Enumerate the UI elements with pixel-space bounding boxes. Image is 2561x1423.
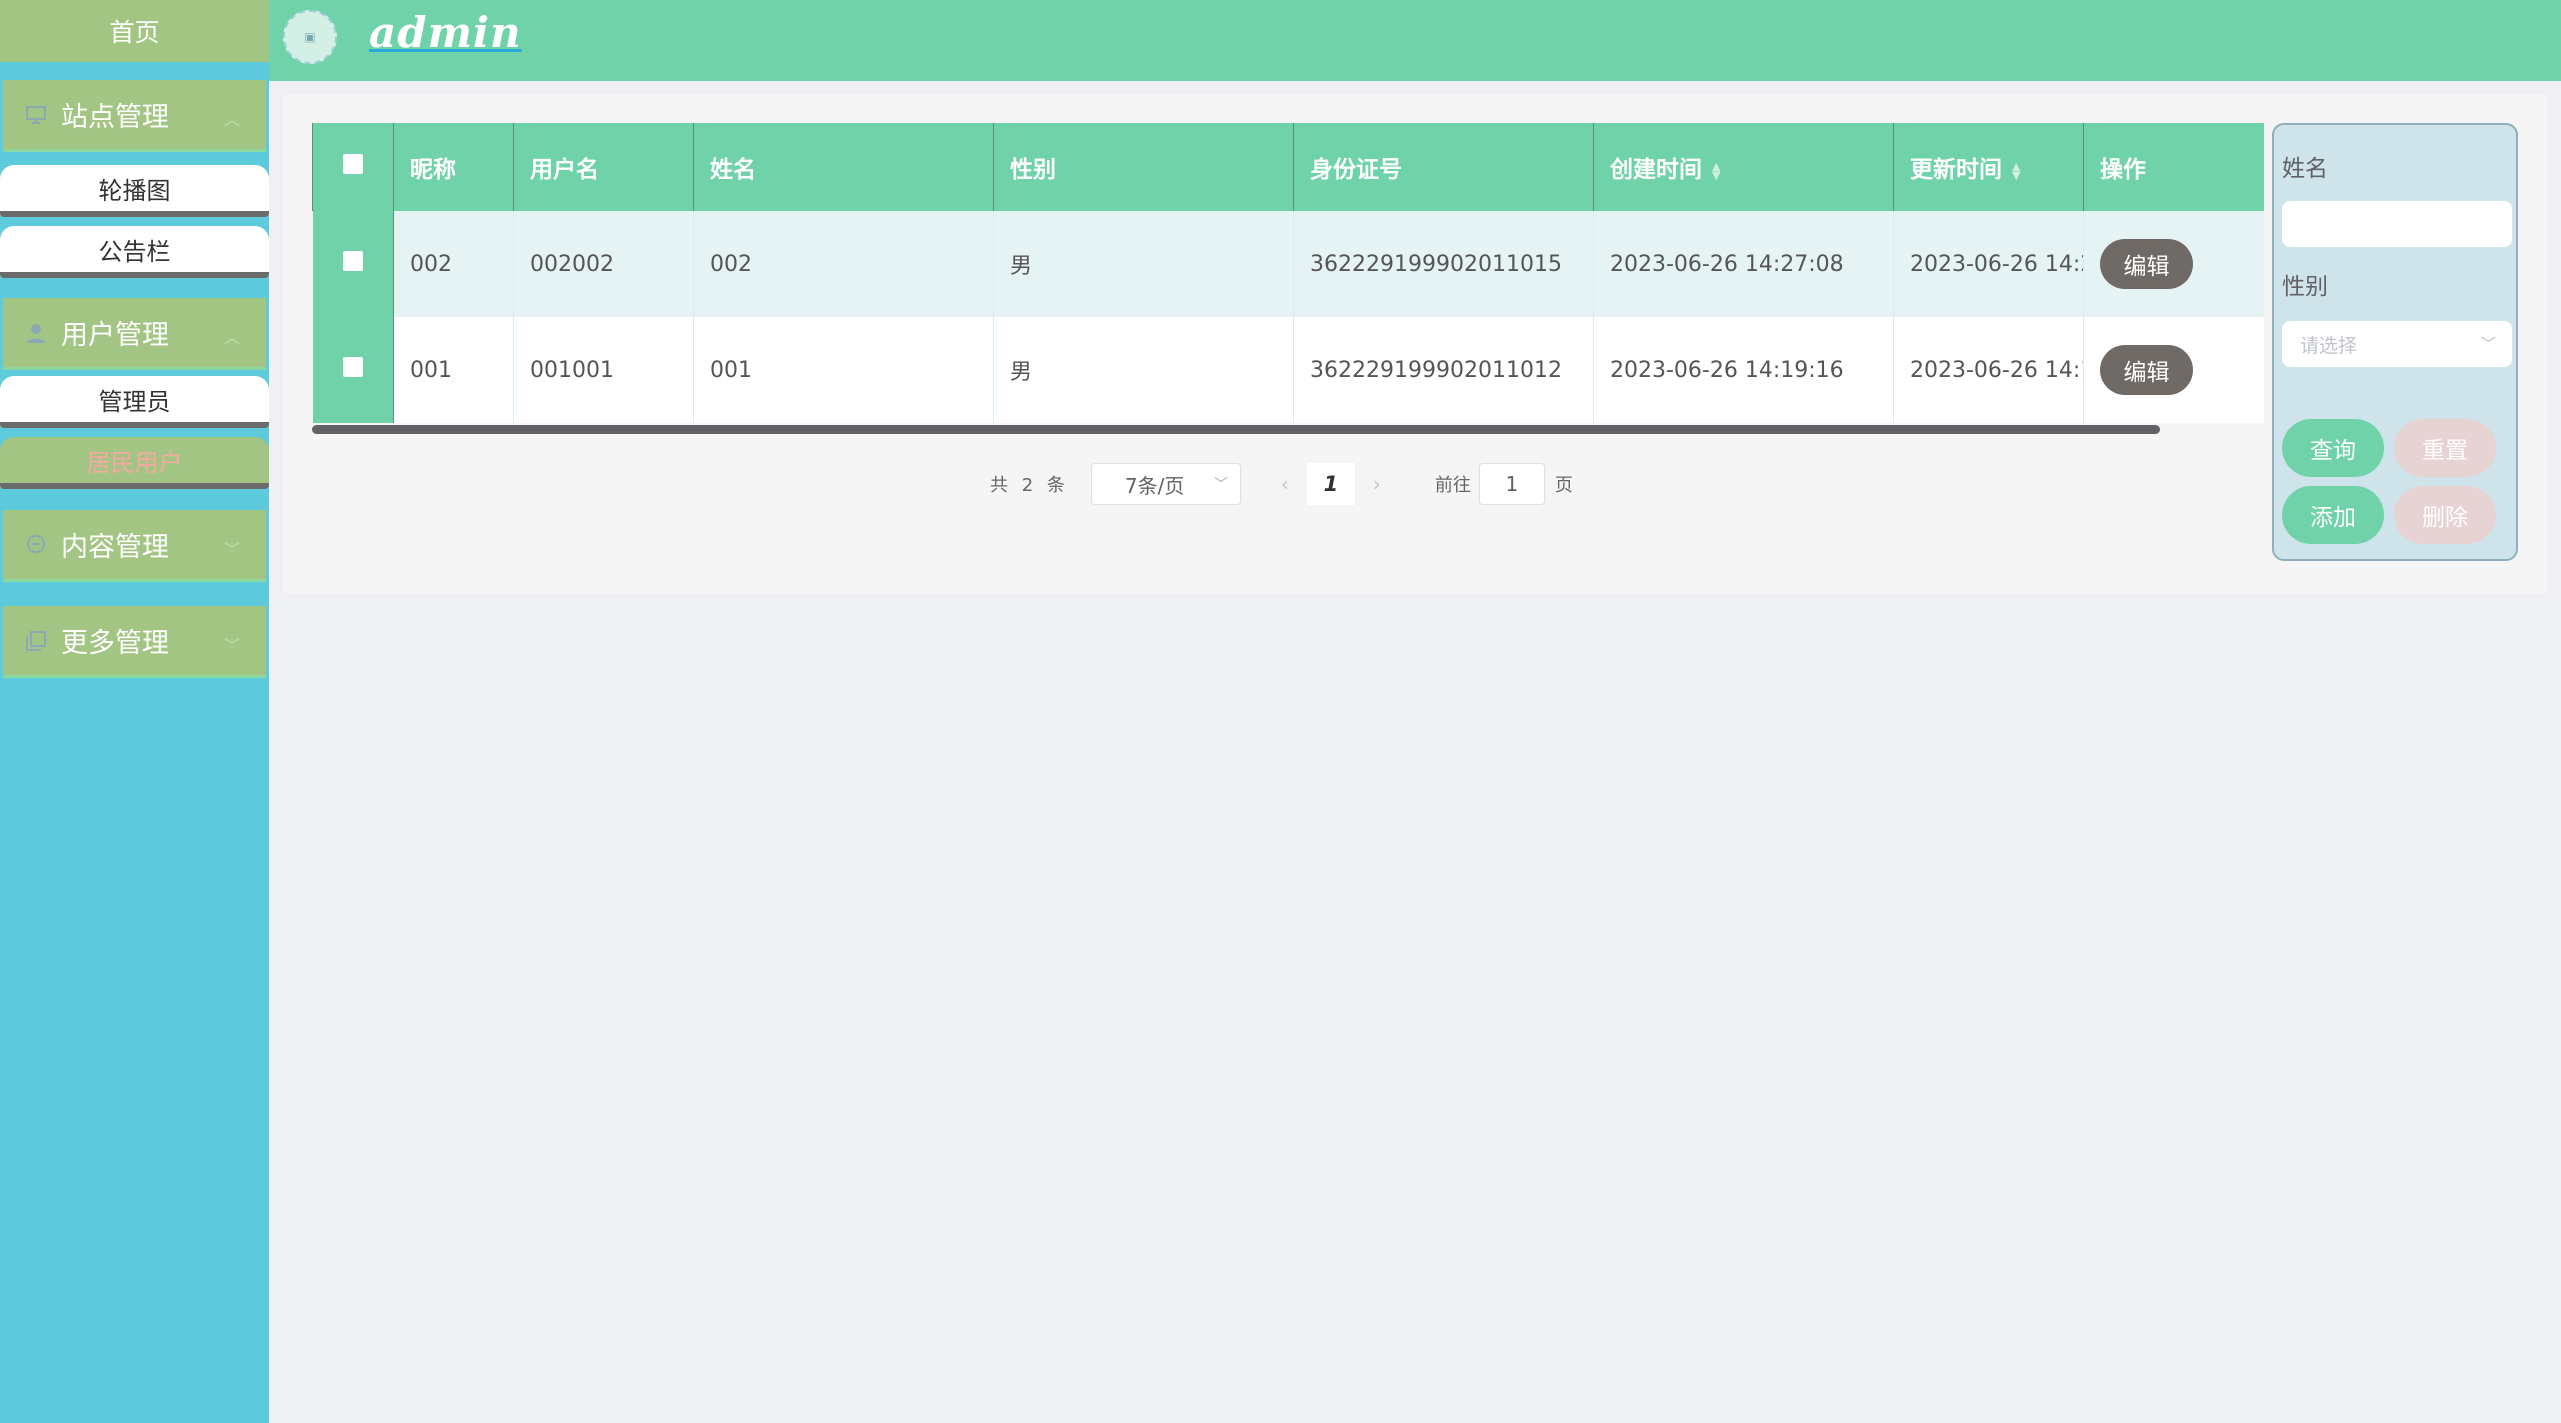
- sidebar-item-label: 轮播图: [98, 176, 171, 205]
- cell-updated: 2023-06-26 14:1: [1893, 317, 2084, 423]
- sidebar-item-label: 公告栏: [98, 237, 171, 266]
- sidebar-item-notice[interactable]: 公告栏: [0, 226, 269, 278]
- gender-select-placeholder: 请选择: [2300, 334, 2358, 357]
- cell-id-number: 362229199902011015: [1293, 211, 1594, 317]
- checkbox-icon: [343, 154, 363, 174]
- chevron-down-icon: ﹀: [2480, 335, 2496, 353]
- data-table: 昵称 用户名 姓名 性别 身份证号 创建时间 ▲ ▼ 更新时间 ▲ ▼ 操作 002 0…: [312, 123, 2264, 433]
- column-header-label: 创建时间: [1610, 157, 1702, 183]
- cell-name: 001: [693, 317, 994, 423]
- column-header: 用户名: [513, 123, 694, 211]
- chat-icon: [25, 534, 47, 556]
- cell-nickname: 001: [393, 317, 514, 423]
- page-size-value: 7条/页: [1124, 473, 1185, 498]
- sidebar-group-label: 站点管理: [61, 102, 169, 133]
- table-row[interactable]: 001 001001 001 男 362229199902011012 2023…: [312, 317, 2264, 423]
- top-header: ▣ admin: [269, 0, 2561, 81]
- cell-actions: 编辑: [2083, 317, 2264, 423]
- cell-actions: 编辑: [2083, 211, 2264, 317]
- column-header: 姓名: [693, 123, 994, 211]
- total-count: 共 2 条: [990, 475, 1069, 496]
- name-label: 姓名: [2282, 156, 2328, 182]
- chevron-down-icon: ﹀: [1213, 477, 1228, 493]
- sidebar-item-label: 居民用户: [86, 448, 183, 477]
- pagination: 共 2 条 7条/页 ﹀ ‹ 1 › 前往 1 页: [990, 462, 1573, 506]
- cell-gender: 男: [993, 317, 1294, 423]
- cell-created: 2023-06-26 14:19:16: [1593, 317, 1894, 423]
- checkbox-icon: [342, 251, 363, 271]
- avatar[interactable]: ▣: [283, 10, 337, 64]
- goto-page-input[interactable]: 1: [1478, 463, 1545, 505]
- chevron-down-icon: ﹀: [223, 540, 240, 559]
- sort-icon[interactable]: ▲ ▼: [2012, 161, 2020, 181]
- sidebar-item-residents[interactable]: 居民用户: [0, 437, 269, 489]
- chevron-up-icon: ︿: [223, 110, 240, 129]
- cell-id-number: 362229199902011012: [1293, 317, 1594, 423]
- page-size-select[interactable]: 7条/页 ﹀: [1090, 463, 1241, 505]
- prev-page-button[interactable]: ‹: [1262, 463, 1307, 505]
- chevron-down-icon: ﹀: [223, 636, 240, 655]
- sidebar-group-users[interactable]: 用户管理 ︿: [3, 298, 266, 370]
- page-number[interactable]: 1: [1306, 463, 1355, 505]
- cell-updated: 2023-06-26 14:2: [1893, 211, 2084, 317]
- sidebar-item-admin[interactable]: 管理员: [0, 376, 269, 428]
- sidebar-group-more[interactable]: 更多管理 ﹀: [3, 606, 266, 678]
- gender-label: 性别: [2282, 274, 2328, 300]
- column-header-sortable[interactable]: 创建时间 ▲ ▼: [1593, 123, 1894, 211]
- table-header-row: 昵称 用户名 姓名 性别 身份证号 创建时间 ▲ ▼ 更新时间 ▲ ▼ 操作: [312, 123, 2264, 211]
- chevron-up-icon: ︿: [223, 328, 240, 347]
- column-header: 性别: [993, 123, 1294, 211]
- goto-label: 前往: [1434, 475, 1471, 496]
- username-label[interactable]: admin: [369, 8, 522, 57]
- add-button[interactable]: 添加: [2282, 486, 2384, 544]
- edit-button[interactable]: 编辑: [2100, 345, 2193, 395]
- name-input[interactable]: [2282, 201, 2512, 247]
- delete-button[interactable]: 删除: [2394, 486, 2496, 544]
- sidebar-item-label: 首页: [109, 18, 160, 47]
- sidebar: 首页 站点管理 ︿ 轮播图 公告栏 用户管理 ︿ 管理员 居民用户 内容管理 ﹀: [0, 0, 269, 1423]
- sidebar-group-label: 更多管理: [61, 628, 169, 659]
- cell-username: 002002: [513, 211, 694, 317]
- checkbox-icon: [342, 357, 363, 377]
- sidebar-item-carousel[interactable]: 轮播图: [0, 165, 269, 217]
- column-header: 身份证号: [1293, 123, 1594, 211]
- row-checkbox[interactable]: [312, 317, 394, 423]
- sidebar-group-content[interactable]: 内容管理 ﹀: [3, 510, 266, 582]
- cell-gender: 男: [993, 211, 1294, 317]
- horizontal-scrollbar[interactable]: [312, 425, 2160, 434]
- sort-icon[interactable]: ▲ ▼: [1712, 161, 1720, 181]
- cell-name: 002: [693, 211, 994, 317]
- table-row[interactable]: 002 002002 002 男 362229199902011015 2023…: [312, 211, 2264, 317]
- user-icon: [25, 322, 47, 344]
- column-header-sortable[interactable]: 更新时间 ▲ ▼: [1893, 123, 2084, 211]
- row-checkbox[interactable]: [312, 211, 394, 317]
- sidebar-item-home[interactable]: 首页: [0, 0, 269, 62]
- sidebar-group-site[interactable]: 站点管理 ︿: [3, 80, 266, 152]
- column-header: 昵称: [393, 123, 514, 211]
- gender-select[interactable]: 请选择 ﹀: [2282, 321, 2512, 367]
- page-suffix: 页: [1554, 475, 1573, 496]
- cell-nickname: 002: [393, 211, 514, 317]
- next-page-button[interactable]: ›: [1354, 463, 1399, 505]
- sidebar-item-label: 管理员: [98, 387, 171, 416]
- query-button[interactable]: 查询: [2282, 419, 2384, 477]
- cell-username: 001001: [513, 317, 694, 423]
- sidebar-group-label: 内容管理: [61, 532, 169, 563]
- sidebar-group-label: 用户管理: [61, 320, 169, 351]
- reset-button[interactable]: 重置: [2394, 419, 2496, 477]
- cell-created: 2023-06-26 14:27:08: [1593, 211, 1894, 317]
- column-header-label: 更新时间: [1910, 157, 2002, 183]
- select-all-checkbox[interactable]: [312, 123, 394, 211]
- monitor-icon: [25, 104, 47, 126]
- copy-icon: [25, 630, 47, 652]
- search-panel: 姓名 性别 请选择 ﹀ 查询 重置 添加 删除: [2272, 123, 2518, 561]
- edit-button[interactable]: 编辑: [2100, 239, 2193, 289]
- column-header: 操作: [2083, 123, 2264, 211]
